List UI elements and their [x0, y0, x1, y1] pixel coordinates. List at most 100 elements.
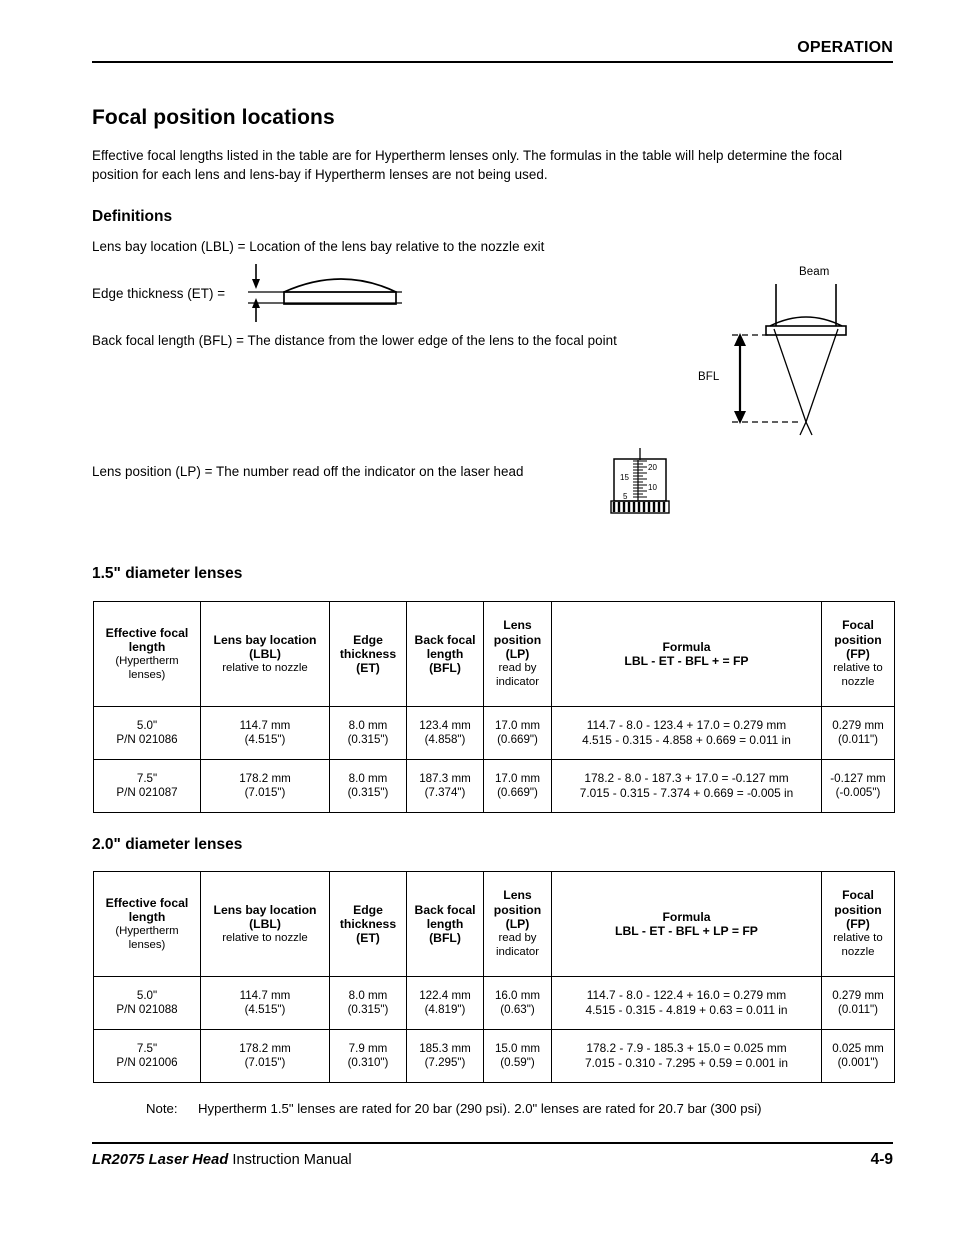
bfl-in: (4.858"): [424, 733, 466, 746]
lbl-line2: (LBL): [249, 916, 281, 931]
et-line3: (ET): [356, 931, 380, 946]
table-row: 5.0" P/N 021086 114.7 mm (4.515") 8.0 mm…: [93, 706, 895, 760]
bfl-line2: length: [426, 646, 464, 661]
table-row: 5.0" P/N 021088 114.7 mm (4.515") 8.0 mm…: [93, 976, 895, 1030]
cell-edge-thickness: 7.9 mm (0.310"): [329, 1029, 407, 1083]
et-line1: Edge: [353, 902, 383, 917]
lp-line5: indicator: [495, 946, 540, 959]
fp-mm: 0.279 mm: [832, 718, 884, 732]
lp-line3: (LP): [505, 646, 530, 661]
efl-line4: lenses): [128, 939, 166, 952]
cell-formula: 114.7 - 8.0 - 122.4 + 16.0 = 0.279 mm 4.…: [551, 976, 822, 1030]
lbl-mm: 178.2 mm: [239, 1041, 291, 1055]
cell-effective-focal-length: 7.5" P/N 021006: [93, 1029, 201, 1083]
fp-in: (-0.005"): [835, 786, 881, 799]
lp-in: (0.59"): [500, 1056, 535, 1069]
cell-lens-bay-location: 178.2 mm (7.015"): [200, 1029, 330, 1083]
efl-value: 5.0": [136, 988, 158, 1002]
bfl-in: (4.819"): [424, 1003, 466, 1016]
bfl-mm: 187.3 mm: [419, 771, 471, 785]
lens-cross-section-svg: [248, 264, 402, 322]
col-header-edge-thickness: Edge thickness (ET): [329, 871, 407, 977]
col-header-back-focal-length: Back focal length (BFL): [406, 601, 484, 707]
bfl-line1: Back focal: [414, 632, 476, 647]
lp-in: (0.63"): [500, 1003, 535, 1016]
efl-line2: length: [128, 639, 166, 654]
efl-line3: (Hypertherm: [115, 925, 179, 937]
bfl-in: (7.295"): [424, 1056, 466, 1069]
fp-line4: relative to: [833, 662, 883, 675]
formula-in: 4.515 - 0.315 - 4.858 + 0.669 = 0.011 in: [582, 733, 791, 747]
cell-back-focal-length: 185.3 mm (7.295"): [406, 1029, 484, 1083]
efl-partnumber: P/N 021006: [116, 1056, 178, 1069]
efl-line3: (Hypertherm: [115, 655, 179, 667]
lbl-in: (7.015"): [244, 786, 286, 799]
lbl-line1: Lens bay location: [213, 632, 317, 647]
col-header-edge-thickness: Edge thickness (ET): [329, 601, 407, 707]
formula-expression: LBL - ET - BFL + LP = FP: [615, 924, 758, 938]
cell-focal-position: 0.279 mm (0.011"): [821, 976, 895, 1030]
et-mm: 7.9 mm: [348, 1041, 388, 1055]
et-in: (0.315"): [347, 1003, 389, 1016]
fp-line1: Focal: [842, 888, 874, 903]
formula-mm: 114.7 - 8.0 - 123.4 + 17.0 = 0.279 mm: [586, 718, 787, 732]
note-text: Hypertherm 1.5" lenses are rated for 20 …: [198, 1101, 762, 1116]
efl-value: 7.5": [136, 771, 158, 785]
fp-line2: position: [834, 902, 882, 917]
cell-edge-thickness: 8.0 mm (0.315"): [329, 976, 407, 1030]
bfl-line3: (BFL): [429, 931, 461, 946]
footer-product-name: LR2075 Laser Head: [92, 1152, 229, 1168]
table-row: 7.5" P/N 021006 178.2 mm (7.015") 7.9 mm…: [93, 1029, 895, 1083]
indicator-svg: [610, 448, 670, 514]
et-line2: thickness: [339, 916, 397, 931]
lp-line5: indicator: [495, 676, 540, 689]
col-header-lens-position: Lens position (LP) read by indicator: [483, 871, 552, 977]
cell-focal-position: 0.025 mm (0.001"): [821, 1029, 895, 1083]
header-divider: [92, 61, 893, 63]
efl-value: 7.5": [136, 1041, 158, 1055]
table-header-row: Effective focal length (Hypertherm lense…: [93, 871, 895, 977]
definition-lbl: Lens bay location (LBL) = Location of th…: [92, 239, 545, 254]
cell-lens-position: 15.0 mm (0.59"): [483, 1029, 552, 1083]
cell-edge-thickness: 8.0 mm (0.315"): [329, 706, 407, 760]
et-in: (0.315"): [347, 733, 389, 746]
beam-label: Beam: [799, 266, 830, 278]
bfl-in: (7.374"): [424, 786, 466, 799]
efl-line4: lenses): [128, 669, 166, 682]
cell-edge-thickness: 8.0 mm (0.315"): [329, 759, 407, 813]
table2-heading: 2.0" diameter lenses: [92, 836, 243, 853]
indicator-tick-20: 20: [648, 463, 658, 472]
col-header-lens-bay-location: Lens bay location (LBL) relative to nozz…: [200, 871, 330, 977]
et-mm: 8.0 mm: [348, 718, 388, 732]
col-header-focal-position: Focal position (FP) relative to nozzle: [821, 871, 895, 977]
et-mm: 8.0 mm: [348, 988, 388, 1002]
col-header-back-focal-length: Back focal length (BFL): [406, 871, 484, 977]
table-header-row: Effective focal length (Hypertherm lense…: [93, 601, 895, 707]
fp-in: (0.011"): [838, 733, 878, 746]
cell-formula: 178.2 - 7.9 - 185.3 + 15.0 = 0.025 mm 7.…: [551, 1029, 822, 1083]
note-block: Note: Hypertherm 1.5" lenses are rated fo…: [146, 1100, 762, 1118]
cell-lens-bay-location: 114.7 mm (4.515"): [200, 706, 330, 760]
et-line1: Edge: [353, 632, 383, 647]
fp-line5: nozzle: [841, 676, 875, 689]
definition-lp: Lens position (LP) = The number read off…: [92, 464, 524, 479]
footer-page-number: 4-9: [870, 1151, 893, 1168]
indicator-tick-5: 5: [623, 492, 628, 501]
lp-line2: position: [493, 632, 542, 647]
col-header-lens-bay-location: Lens bay location (LBL) relative to nozz…: [200, 601, 330, 707]
bfl-line3: (BFL): [429, 661, 461, 676]
footer-document-title: LR2075 Laser Head Instruction Manual: [92, 1152, 352, 1168]
lbl-line1: Lens bay location: [213, 902, 317, 917]
bfl-mm: 185.3 mm: [419, 1041, 471, 1055]
efl-line1: Effective focal: [105, 625, 189, 640]
cell-lens-position: 16.0 mm (0.63"): [483, 976, 552, 1030]
fp-in: (0.011"): [838, 1003, 878, 1016]
bfl-mm: 122.4 mm: [419, 988, 471, 1002]
col-header-focal-position: Focal position (FP) relative to nozzle: [821, 601, 895, 707]
lp-line4: read by: [498, 662, 537, 675]
formula-in: 7.015 - 0.310 - 7.295 + 0.59 = 0.001 in: [585, 1056, 788, 1070]
col-header-lens-position: Lens position (LP) read by indicator: [483, 601, 552, 707]
fp-mm: 0.279 mm: [832, 988, 884, 1002]
lbl-in: (7.015"): [244, 1056, 286, 1069]
formula-expression: LBL - ET - BFL + = FP: [624, 654, 749, 668]
